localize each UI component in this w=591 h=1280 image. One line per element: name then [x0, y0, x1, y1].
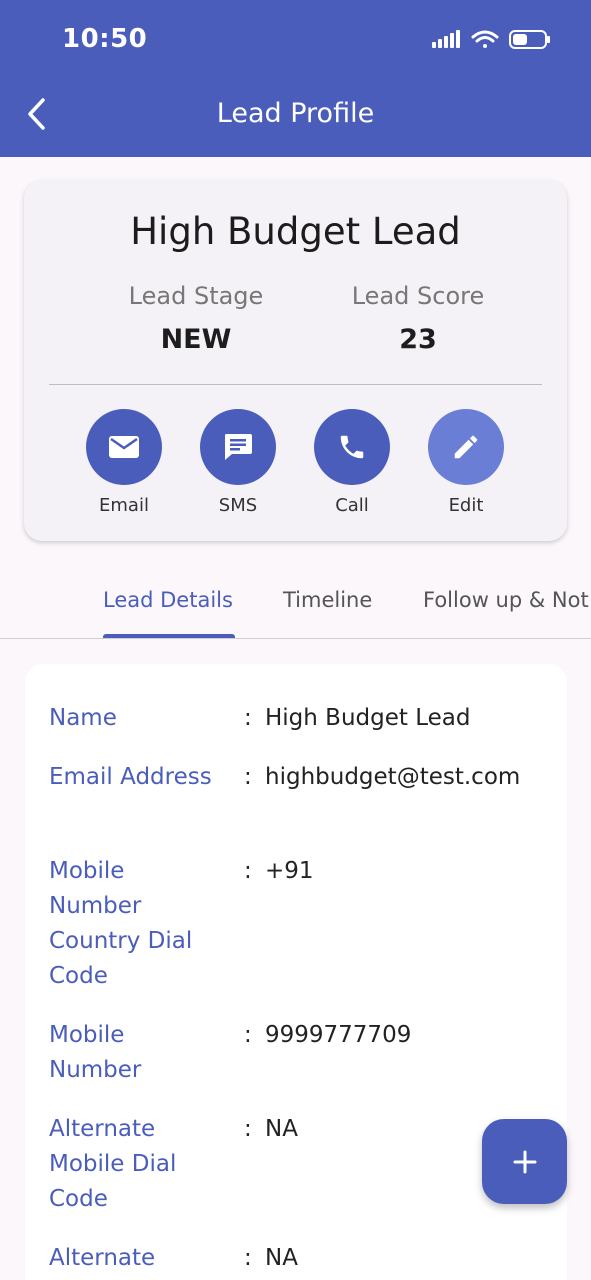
detail-label: Mobile Number: [49, 1022, 142, 1083]
detail-value: highbudget@test.com: [265, 764, 521, 790]
detail-value: NA: [265, 1245, 298, 1271]
detail-label: Mobile Number Country Dial Code: [49, 858, 193, 989]
detail-label: Alternate Mobile Dial Code: [49, 1116, 177, 1212]
call-button[interactable]: Call: [302, 409, 402, 516]
lead-stage: Lead Stage NEW: [96, 282, 296, 355]
email-label: Email: [99, 495, 149, 516]
detail-colon: :: [244, 764, 252, 790]
detail-colon: :: [244, 858, 252, 884]
plus-icon: [513, 1150, 536, 1173]
profile-tabs: Lead Details Timeline Follow up & Not: [0, 570, 591, 640]
detail-colon: :: [244, 705, 252, 731]
tabs-divider: [0, 638, 591, 639]
detail-value: +91: [265, 858, 314, 884]
detail-colon: :: [244, 1116, 252, 1142]
detail-value: High Budget Lead: [265, 705, 471, 731]
email-button[interactable]: Email: [74, 409, 174, 516]
detail-label: Name: [49, 705, 117, 731]
lead-name: High Budget Lead: [130, 210, 461, 253]
lead-stage-label: Lead Stage: [128, 282, 264, 310]
battery-icon: [509, 30, 550, 49]
tab-lead-details[interactable]: Lead Details: [103, 588, 233, 612]
tab-follow-up-notes[interactable]: Follow up & Not: [423, 588, 589, 612]
wifi-icon: [471, 30, 499, 48]
detail-value: 9999777709: [265, 1022, 412, 1048]
lead-stage-value: NEW: [160, 324, 232, 355]
sms-label: SMS: [218, 495, 258, 516]
detail-colon: :: [244, 1022, 252, 1048]
lead-score: Lead Score 23: [318, 282, 518, 355]
message-icon: [225, 434, 252, 460]
signal-icon: [432, 30, 460, 48]
sms-button[interactable]: SMS: [188, 409, 288, 516]
page-title: Lead Profile: [216, 98, 375, 129]
add-fab-button[interactable]: [482, 1119, 567, 1204]
lead-score-label: Lead Score: [351, 282, 485, 310]
detail-label: Alternate: [49, 1245, 156, 1271]
phone-icon: [340, 435, 364, 459]
edit-label: Edit: [448, 495, 484, 516]
card-divider: [49, 384, 542, 385]
status-icons: [430, 28, 552, 52]
detail-label: Email Address: [49, 764, 212, 790]
tab-timeline[interactable]: Timeline: [283, 588, 372, 612]
edit-button[interactable]: Edit: [416, 409, 516, 516]
app-header: 10:50 Lead Profile: [0, 0, 591, 157]
mail-icon: [109, 436, 139, 458]
status-time: 10:50: [62, 24, 148, 54]
pencil-icon: [454, 435, 478, 459]
lead-score-value: 23: [399, 324, 437, 355]
lead-summary-card: High Budget Lead Lead Stage NEW Lead Sco…: [24, 180, 567, 541]
call-label: Call: [335, 495, 369, 516]
detail-colon: :: [244, 1245, 252, 1271]
